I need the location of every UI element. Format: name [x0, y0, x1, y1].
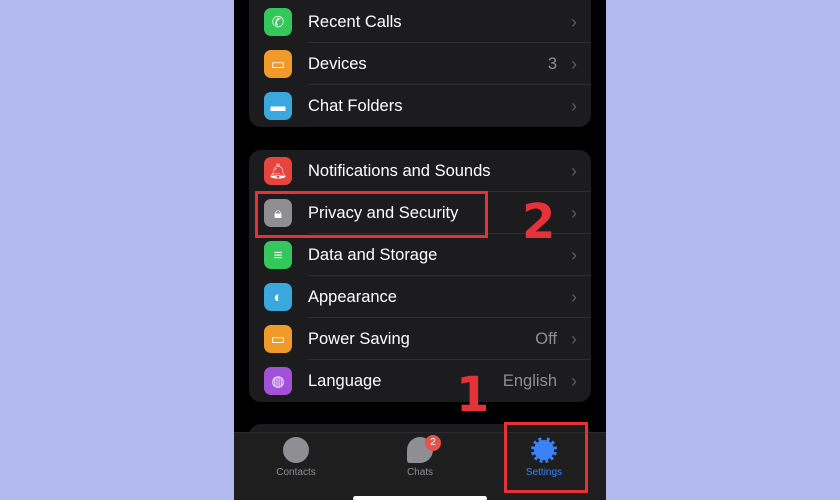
devices-row[interactable]: ▭ Devices 3 › — [249, 43, 591, 85]
language-row[interactable]: ◍ Language English › — [249, 360, 591, 402]
database-icon: ≡ — [264, 241, 292, 269]
row-label: Chat Folders — [308, 96, 403, 115]
globe-icon: ◍ — [264, 367, 292, 395]
tab-label: Chats — [406, 467, 434, 478]
tab-contacts[interactable]: Contacts — [251, 433, 341, 500]
tab-label: Contacts — [276, 467, 316, 478]
settings-highlight-box — [504, 422, 588, 493]
row-label: Data and Storage — [308, 245, 438, 264]
power-saving-row[interactable]: ▭ Power Saving Off › — [249, 318, 591, 360]
row-value: English — [502, 371, 557, 390]
settings-group-1: ✆ Recent Calls › ▭ Devices 3 › ▬ Chat Fo… — [249, 0, 591, 127]
chevron-right-icon: › — [571, 95, 577, 116]
row-label: Language — [308, 371, 382, 390]
step-2-label: 2 — [522, 194, 556, 250]
recent-calls-row[interactable]: ✆ Recent Calls › — [249, 1, 591, 43]
battery-icon: ▭ — [264, 325, 292, 353]
chevron-right-icon: › — [571, 244, 577, 265]
row-label: Recent Calls — [308, 12, 402, 31]
unread-badge: 2 — [425, 435, 441, 451]
folder-icon: ▬ — [264, 92, 292, 120]
chevron-right-icon: › — [571, 53, 577, 74]
settings-group-2: 🔔︎ Notifications and Sounds › 🔒︎ Privacy… — [249, 150, 591, 402]
person-icon — [283, 437, 309, 463]
chevron-right-icon: › — [571, 202, 577, 223]
chevron-right-icon: › — [571, 286, 577, 307]
row-label: Appearance — [308, 287, 397, 306]
phone-icon: ✆ — [264, 8, 292, 36]
privacy-highlight-box — [255, 191, 488, 238]
appearance-row[interactable]: ◐ Appearance › — [249, 276, 591, 318]
appearance-icon: ◐ — [264, 283, 292, 311]
chat-folders-row[interactable]: ▬ Chat Folders › — [249, 85, 591, 127]
chevron-right-icon: › — [571, 370, 577, 391]
devices-icon: ▭ — [264, 50, 292, 78]
chevron-right-icon: › — [571, 11, 577, 32]
row-label: Notifications and Sounds — [308, 161, 491, 180]
row-value: 3 — [547, 54, 557, 73]
bell-icon: 🔔︎ — [264, 157, 292, 185]
notifications-row[interactable]: 🔔︎ Notifications and Sounds › — [249, 150, 591, 192]
row-label: Devices — [308, 54, 367, 73]
chevron-right-icon: › — [571, 160, 577, 181]
chevron-right-icon: › — [571, 328, 577, 349]
row-value: Off — [535, 329, 557, 348]
step-1-label: 1 — [456, 367, 490, 423]
row-label: Power Saving — [308, 329, 410, 348]
home-indicator — [353, 496, 487, 500]
tab-chats[interactable]: 2 Chats — [375, 433, 465, 500]
